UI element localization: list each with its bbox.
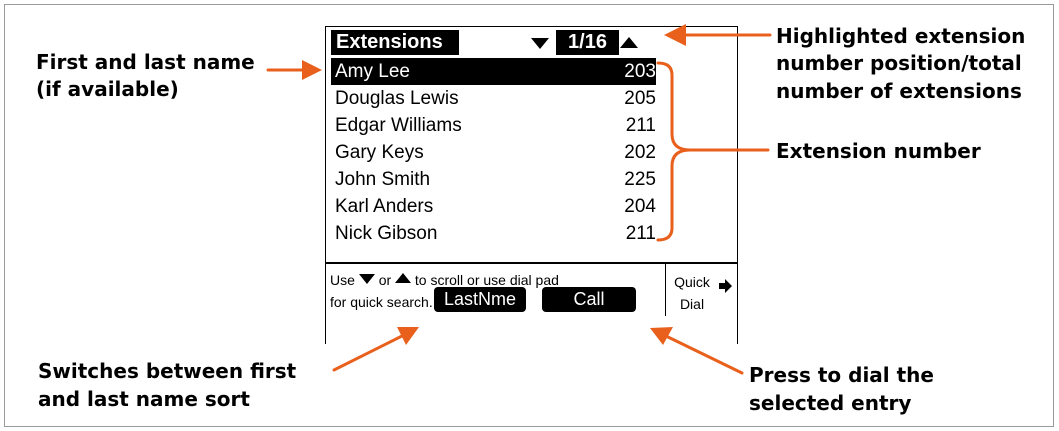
press-arrow-line <box>666 335 744 375</box>
callout-overlay <box>266 24 772 375</box>
switch-arrow-line <box>332 334 404 372</box>
press-arrowhead <box>650 327 673 345</box>
extension-bracket <box>656 61 692 242</box>
first-name-arrowhead <box>302 60 322 80</box>
highlight-arrowhead <box>664 24 686 46</box>
